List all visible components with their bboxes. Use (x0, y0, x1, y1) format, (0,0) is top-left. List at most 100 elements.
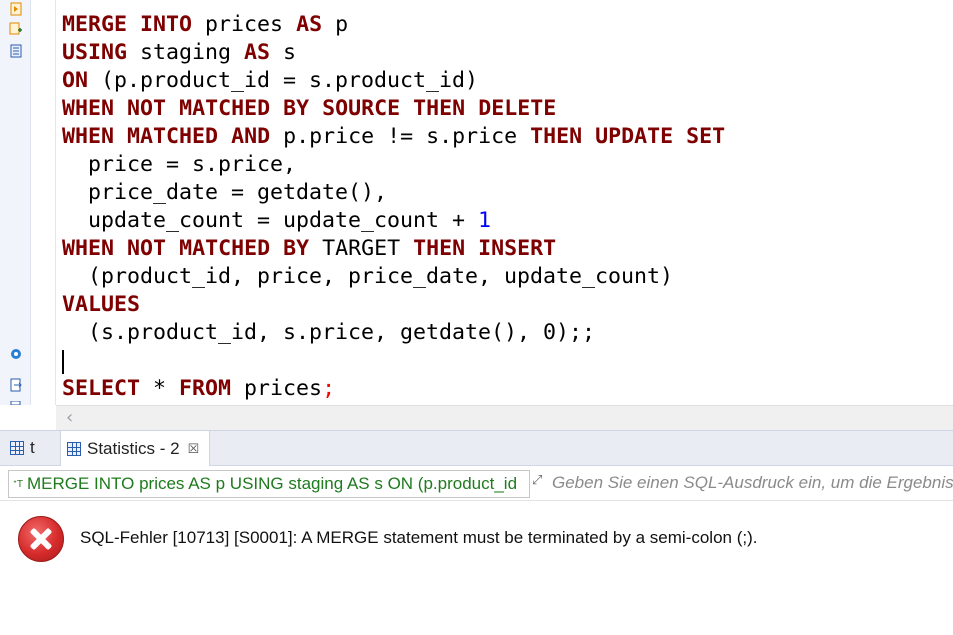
code-line[interactable]: ON (p.product_id = s.product_id) (62, 67, 725, 95)
scroll-left-icon[interactable]: ‹ (66, 407, 73, 428)
code-line[interactable] (62, 347, 725, 375)
sql-keyword: AS (296, 12, 323, 37)
script-explain-icon[interactable] (9, 22, 23, 36)
code-line[interactable]: VALUES (62, 291, 725, 319)
executed-query-text: MERGE INTO prices AS p USING staging AS … (27, 474, 518, 493)
sql-keyword: UPDATE (595, 124, 674, 149)
sql-keyword: NOT (127, 236, 167, 261)
sql-text: * (140, 376, 180, 401)
text-caret (62, 350, 64, 374)
sql-keyword: SET (686, 124, 726, 149)
sql-text: TARGET (309, 236, 414, 261)
code-line[interactable]: WHEN MATCHED AND p.price != s.price THEN… (62, 123, 725, 151)
sql-keyword: VALUES (62, 292, 141, 317)
sql-editor[interactable]: MERGE INTO prices AS p USING staging AS s… (56, 0, 953, 405)
sql-text: prices (192, 12, 297, 37)
settings-gear-icon[interactable] (9, 347, 23, 361)
code-line[interactable]: price = s.price, (62, 151, 725, 179)
query-icon: ᐩT (13, 478, 23, 490)
code-line[interactable]: (s.product_id, s.price, getdate(), 0);; (62, 319, 725, 347)
sql-keyword: INSERT (478, 236, 557, 261)
sql-text: (p.product_id = s.product_id) (88, 68, 479, 93)
results-filter-bar: ᐩT MERGE INTO prices AS p USING staging … (0, 466, 953, 501)
sql-keyword: THEN (413, 96, 466, 121)
sql-keyword: NOT (127, 96, 167, 121)
sql-keyword: SELECT (62, 376, 141, 401)
sql-keyword: MATCHED (179, 236, 271, 261)
selected-text: (s.product_id, s.price, getdate(), 0);; (62, 320, 596, 345)
sql-keyword: INTO (140, 12, 193, 37)
import-error-icon[interactable] (9, 401, 23, 405)
editor-side-toolbar (0, 0, 31, 405)
expand-icon[interactable]: ⤢ (532, 472, 542, 488)
sql-text: prices (231, 376, 323, 401)
code-line[interactable]: price_date = getdate(), (62, 179, 725, 207)
code-line[interactable]: MERGE INTO prices AS p (62, 11, 725, 39)
sql-keyword: ON (62, 68, 89, 93)
sql-text: price_date = getdate(), (62, 180, 388, 205)
sql-text: p.price != s.price (270, 124, 531, 149)
sql-text: p (322, 12, 349, 37)
sql-text: staging (127, 40, 245, 65)
code-line[interactable]: WHEN NOT MATCHED BY TARGET THEN INSERT (62, 235, 725, 263)
sql-keyword: MERGE (62, 12, 128, 37)
editor-horizontal-scrollbar[interactable]: ‹ (56, 405, 953, 430)
sql-number: 1 (478, 208, 492, 233)
sql-text: (product_id, price, price_date, update_c… (62, 264, 674, 289)
error-icon (18, 516, 64, 562)
sql-keyword: DELETE (478, 96, 557, 121)
grid-icon (67, 441, 81, 456)
script-run-icon[interactable] (9, 2, 23, 16)
sql-text: price = s.price, (62, 152, 297, 177)
sql-keyword: THEN (413, 236, 466, 261)
code-line[interactable]: WHEN NOT MATCHED BY SOURCE THEN DELETE (62, 95, 725, 123)
sql-filter-input[interactable] (550, 470, 953, 496)
sql-keyword: SOURCE (322, 96, 401, 121)
sql-keyword: BY (283, 236, 310, 261)
sql-keyword: MATCHED (127, 124, 219, 149)
tab-statistics-2[interactable]: Statistics - 2 ☒ (60, 431, 211, 466)
sql-code[interactable]: MERGE INTO prices AS p USING staging AS s… (62, 11, 725, 403)
code-line[interactable]: update_count = update_count + 1 (62, 207, 725, 235)
sql-keyword: MATCHED (179, 96, 271, 121)
sql-text: update_count = update_count + (62, 208, 479, 233)
grid-icon (10, 441, 24, 455)
tab-t-label: t (30, 438, 35, 457)
sql-keyword: AS (244, 40, 271, 65)
sql-text: s (270, 40, 297, 65)
sql-terminator: ; (322, 376, 336, 401)
results-tab-bar: t Statistics - 2 ☒ (0, 430, 953, 466)
error-panel: SQL-Fehler [10713] [S0001]: A MERGE stat… (0, 501, 953, 635)
sql-keyword: THEN (530, 124, 583, 149)
sql-keyword: USING (62, 40, 128, 65)
editor-gutter (31, 0, 56, 405)
sql-keyword: FROM (179, 376, 232, 401)
executed-query-box[interactable]: ᐩT MERGE INTO prices AS p USING staging … (8, 470, 530, 498)
script-list-icon[interactable] (9, 44, 23, 58)
code-line[interactable]: SELECT * FROM prices; (62, 375, 725, 403)
code-line[interactable]: USING staging AS s (62, 39, 725, 67)
sql-keyword: BY (283, 96, 310, 121)
code-line[interactable]: (product_id, price, price_date, update_c… (62, 263, 725, 291)
tab-t[interactable]: t (10, 431, 35, 465)
close-icon[interactable]: ☒ (188, 441, 200, 457)
tab-statistics-label: Statistics - 2 (87, 438, 180, 458)
sql-keyword: WHEN (62, 96, 115, 121)
error-message: SQL-Fehler [10713] [S0001]: A MERGE stat… (80, 528, 758, 547)
export-icon[interactable] (9, 378, 23, 392)
sql-keyword: WHEN (62, 124, 115, 149)
